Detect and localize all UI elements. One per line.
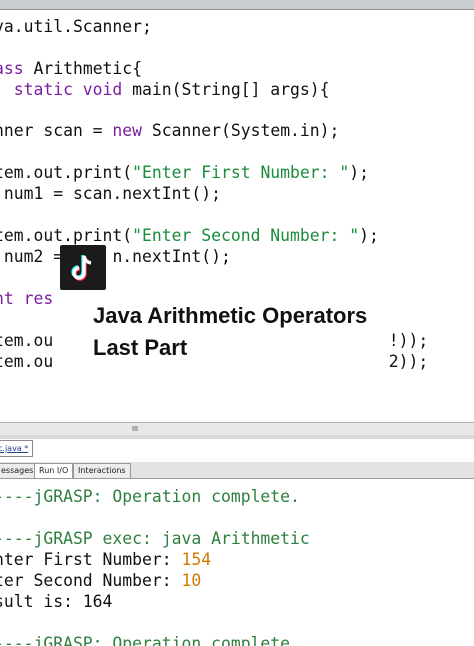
- prompt-text: nter First Number:: [0, 550, 182, 569]
- caption-line: Last Part: [93, 335, 188, 360]
- code-token: num1 = scan.nextInt();: [0, 184, 221, 203]
- input-value: 10: [181, 571, 202, 590]
- pane-splitter[interactable]: [0, 435, 474, 439]
- code-token: tem.out.print(: [0, 163, 133, 182]
- horizontal-scrollbar[interactable]: [0, 422, 474, 436]
- code-token: tem.out.print(: [0, 226, 133, 245]
- code-line: num1 = scan.nextInt();: [0, 183, 221, 204]
- output-line: sult is: 164: [0, 592, 113, 611]
- code-token: static void: [0, 80, 133, 99]
- output-line: ----jGRASP: Operation complete.: [0, 487, 300, 506]
- code-token: new: [112, 121, 152, 140]
- code-token: Arithmetic{: [33, 59, 143, 78]
- code-line: tem.out.print("Enter Second Number: ");: [0, 225, 379, 246]
- code-token: !));: [388, 331, 429, 350]
- code-line: tem.out.print("Enter First Number: ");: [0, 162, 369, 183]
- code-token: va.util.Scanner;: [0, 17, 152, 36]
- code-line: va.util.Scanner;: [0, 16, 152, 37]
- file-tab[interactable]: c.java *: [0, 440, 34, 457]
- tab-messages[interactable]: essages: [0, 463, 39, 478]
- tiktok-logo: [60, 245, 106, 290]
- code-token: n.nextInt();: [112, 247, 231, 266]
- output-line: ----jGRASP: Operation complete: [0, 634, 291, 646]
- tiktok-icon: [71, 255, 92, 281]
- code-token: tem.ou: [0, 352, 54, 371]
- code-line: nner scan = new Scanner(System.in);: [0, 120, 339, 141]
- panel-tab-strip: essages Run I/O Interactions: [0, 462, 474, 479]
- code-line: static void main(String[] args){: [0, 79, 330, 100]
- code-token: 2));: [388, 352, 429, 371]
- output-line: ter Second Number: 10: [0, 570, 201, 591]
- grip-icon[interactable]: [120, 425, 150, 432]
- code-token: "Enter First Number: ": [132, 163, 350, 182]
- code-token: "Enter Second Number: ": [132, 226, 360, 245]
- run-io-output[interactable]: ----jGRASP: Operation complete. ----jGRA…: [0, 479, 474, 646]
- code-token: );: [359, 226, 379, 245]
- prompt-text: ter Second Number:: [0, 571, 182, 590]
- code-line: ass Arithmetic{: [0, 58, 142, 79]
- output-line: nter First Number: 154: [0, 549, 211, 570]
- code-token: ass: [0, 59, 24, 78]
- code-token: Scanner(System.in);: [151, 121, 340, 140]
- input-value: 154: [181, 550, 212, 569]
- code-token: tem.ou: [0, 331, 54, 350]
- tab-run-io[interactable]: Run I/O: [34, 463, 74, 478]
- code-line: nt res: [0, 288, 53, 309]
- video-caption: Java Arithmetic Operators Last Part: [93, 300, 367, 364]
- tab-interactions[interactable]: Interactions: [73, 463, 131, 478]
- code-line: num2 = n.nextInt();: [0, 246, 231, 267]
- output-line: ----jGRASP exec: java Arithmetic: [0, 529, 310, 548]
- window-top-bar: [0, 0, 474, 10]
- code-token: );: [349, 163, 370, 182]
- code-token: main(String[] args){: [132, 80, 330, 99]
- code-token: nner scan =: [0, 121, 113, 140]
- caption-line: Java Arithmetic Operators: [93, 303, 368, 328]
- code-token: nt res: [0, 289, 54, 308]
